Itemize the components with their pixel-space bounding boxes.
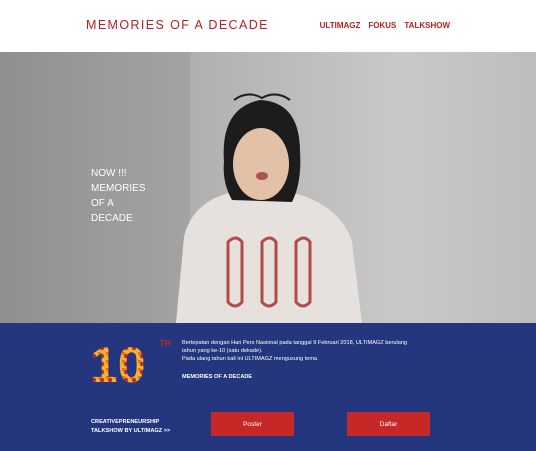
intro-line: Bertepatan dengan Hari Pers Nasional pad… [182, 340, 408, 346]
nav-link-talkshow[interactable]: TALKSHOW [404, 21, 450, 30]
site-title[interactable]: MEMORIES OF A DECADE [86, 18, 269, 32]
intro-line: tahun yang ke-10 (satu dekade). [182, 348, 263, 355]
hero-photo [0, 52, 362, 323]
hero-line: NOW !!! [91, 168, 127, 179]
intro-paragraph: Bertepatan dengan Hari Pers Nasional pad… [182, 339, 462, 364]
nav-link-fokus[interactable]: FOKUS [368, 21, 396, 30]
intro-section: 10 TH Bertepatan dengan Hari Pers Nasion… [0, 323, 536, 451]
hero-line: DECADE [91, 213, 133, 224]
event-line: TALKSHOW BY ULTIMAGZ >> [91, 427, 171, 434]
logo-number: 10 [90, 337, 146, 386]
event-link[interactable]: CREATIVEPRENEURSHIP TALKSHOW BY ULTIMAGZ… [91, 418, 170, 435]
poster-button[interactable]: Poster [211, 412, 294, 436]
intro-line: Pada ulang tahun kali ini ULTIMAGZ mengu… [182, 356, 318, 363]
main-nav: ULTIMAGZ FOKUS TALKSHOW [320, 21, 450, 30]
hero-line: OF A [91, 198, 114, 209]
register-button[interactable]: Daftar [347, 412, 430, 436]
tenth-anniversary-logo: 10 TH [90, 337, 171, 386]
nav-link-ultimagz[interactable]: ULTIMAGZ [320, 21, 361, 30]
hero-line: MEMORIES [91, 183, 146, 194]
theme-heading: MEMORIES OF A DECADE [182, 374, 253, 380]
hero-section: NOW !!! MEMORIES OF A DECADE [0, 52, 536, 323]
event-line: CREATIVEPRENEURSHIP [91, 419, 160, 425]
site-header: MEMORIES OF A DECADE ULTIMAGZ FOKUS TALK… [0, 0, 536, 52]
hero-headline: NOW !!! MEMORIES OF A DECADE [91, 166, 145, 226]
logo-suffix: TH [160, 339, 171, 348]
